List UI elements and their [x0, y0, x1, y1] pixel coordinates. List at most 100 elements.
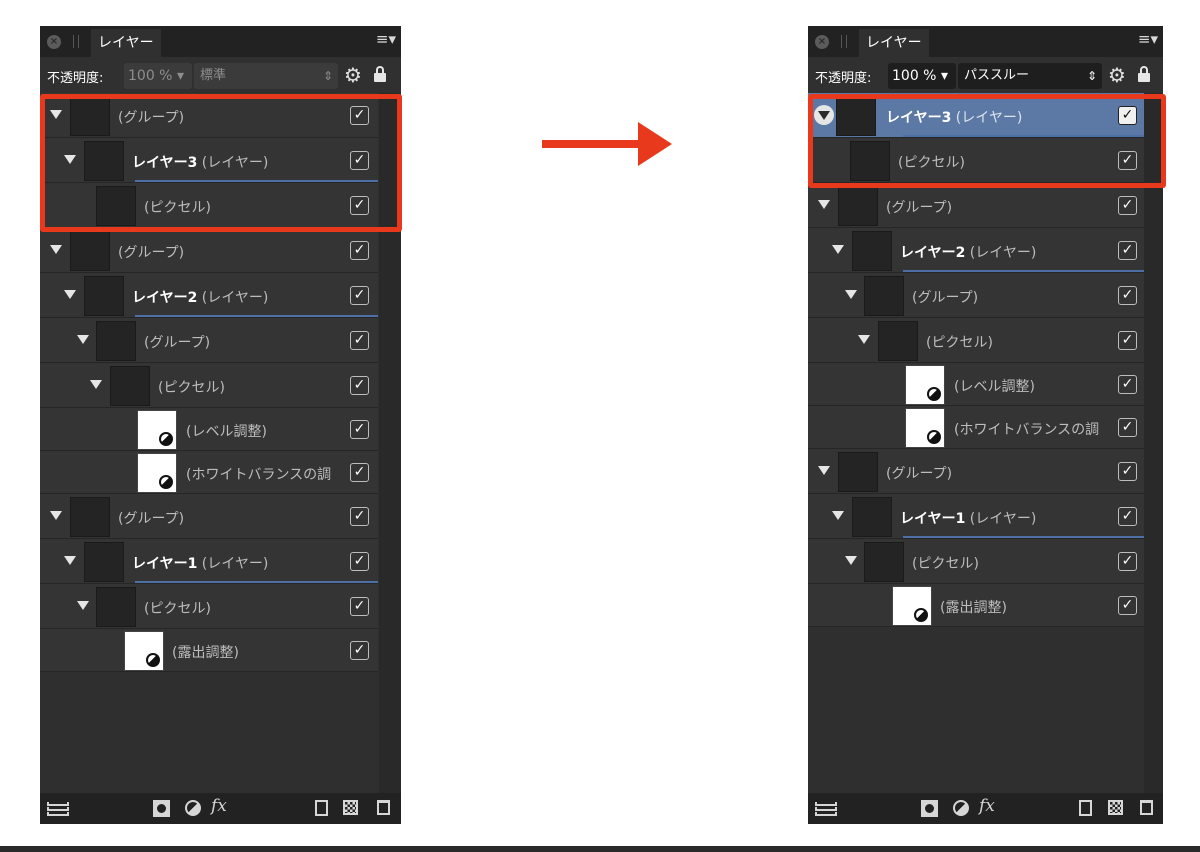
visibility-checkbox[interactable]: ✓ — [350, 286, 369, 305]
new-document-icon[interactable] — [1079, 800, 1092, 816]
visibility-checkbox[interactable]: ✓ — [1118, 418, 1137, 437]
visibility-checkbox[interactable]: ✓ — [350, 420, 369, 439]
gear-icon[interactable]: ⚙ — [344, 62, 362, 88]
layer-row[interactable]: (グループ) ✓ — [40, 228, 378, 273]
layer-row[interactable]: (グループ) ✓ — [808, 183, 1144, 228]
close-icon[interactable]: × — [47, 35, 61, 49]
expand-triangle-icon[interactable] — [64, 556, 76, 565]
close-icon[interactable]: × — [815, 35, 829, 49]
fx-icon[interactable]: fx — [979, 798, 995, 815]
grip-icon[interactable] — [841, 35, 847, 48]
layer-row[interactable]: (グループ) ✓ — [40, 494, 378, 539]
expand-triangle-icon[interactable] — [64, 155, 76, 164]
visibility-checkbox[interactable]: ✓ — [350, 241, 369, 260]
layer-row[interactable]: (露出調整) ✓ — [40, 629, 378, 672]
layer-row[interactable]: (レベル調整) ✓ — [808, 363, 1144, 406]
expand-triangle-icon[interactable] — [50, 110, 62, 119]
visibility-checkbox[interactable]: ✓ — [350, 151, 369, 170]
layer-row[interactable]: (ホワイトバランスの調 ✓ — [808, 406, 1144, 449]
expand-triangle-icon[interactable] — [64, 290, 76, 299]
opacity-dropdown[interactable]: 100 % ▾ — [124, 63, 192, 89]
grip-icon[interactable] — [73, 35, 79, 48]
adjustment-icon[interactable] — [953, 800, 969, 816]
layer-row[interactable]: レイヤー3 (レイヤー) ✓ — [40, 138, 378, 183]
visibility-checkbox[interactable]: ✓ — [350, 463, 369, 482]
scrollbar[interactable] — [379, 93, 401, 793]
layer-row[interactable]: (露出調整) ✓ — [808, 584, 1144, 627]
visibility-checkbox[interactable]: ✓ — [1118, 596, 1137, 615]
fx-icon[interactable]: fx — [211, 798, 227, 815]
layer-row[interactable]: (ピクセル) ✓ — [808, 138, 1144, 183]
visibility-checkbox[interactable]: ✓ — [1118, 375, 1137, 394]
visibility-checkbox[interactable]: ✓ — [1118, 151, 1137, 170]
expand-triangle-icon[interactable] — [832, 245, 844, 254]
visibility-checkbox[interactable]: ✓ — [1118, 462, 1137, 481]
layer-row[interactable]: (グループ) ✓ — [808, 449, 1144, 494]
visibility-checkbox[interactable]: ✓ — [1118, 507, 1137, 526]
mask-icon[interactable] — [153, 800, 170, 817]
checkerboard-icon[interactable] — [343, 800, 358, 815]
scrollbar[interactable] — [1144, 93, 1163, 793]
trash-icon[interactable] — [1140, 800, 1153, 815]
blend-mode-select[interactable]: 標準 ⇕ — [194, 63, 338, 89]
layer-row[interactable]: (ピクセル) ✓ — [808, 539, 1144, 584]
lock-icon[interactable] — [1138, 66, 1150, 82]
expand-triangle-icon[interactable] — [77, 335, 89, 344]
menu-icon[interactable]: ≡▾ — [376, 32, 396, 47]
layer-row[interactable]: (ホワイトバランスの調 ✓ — [40, 451, 378, 494]
layer-row[interactable]: レイヤー3 (レイヤー) ✓ — [808, 93, 1144, 138]
layer-row[interactable]: レイヤー1 (レイヤー) ✓ — [808, 494, 1144, 539]
layer-row[interactable]: (ピクセル) ✓ — [40, 584, 378, 629]
visibility-checkbox[interactable]: ✓ — [350, 597, 369, 616]
layer-row[interactable]: (ピクセル) ✓ — [40, 183, 378, 228]
visibility-checkbox[interactable]: ✓ — [1118, 552, 1137, 571]
visibility-checkbox[interactable]: ✓ — [1118, 196, 1137, 215]
visibility-checkbox[interactable]: ✓ — [350, 552, 369, 571]
expand-triangle-icon[interactable] — [858, 335, 870, 344]
visibility-checkbox[interactable]: ✓ — [350, 376, 369, 395]
blend-mode-select[interactable]: パススルー ⇕ — [958, 63, 1102, 89]
expand-triangle-icon[interactable] — [818, 466, 830, 475]
layer-row[interactable]: (グループ) ✓ — [808, 273, 1144, 318]
adjustment-icon[interactable] — [185, 800, 201, 816]
new-document-icon[interactable] — [315, 800, 328, 816]
layer-row[interactable]: (ピクセル) ✓ — [40, 363, 378, 408]
expand-triangle-icon[interactable] — [832, 511, 844, 520]
expand-triangle-icon[interactable] — [50, 511, 62, 520]
layers-icon[interactable] — [47, 800, 69, 817]
visibility-checkbox[interactable]: ✓ — [1118, 241, 1137, 260]
visibility-checkbox[interactable]: ✓ — [350, 106, 369, 125]
layer-row[interactable]: レイヤー2 (レイヤー) ✓ — [808, 228, 1144, 273]
tab-layers[interactable]: レイヤー — [91, 29, 161, 57]
visibility-checkbox[interactable]: ✓ — [350, 331, 369, 350]
tab-layers[interactable]: レイヤー — [859, 29, 929, 57]
layer-row[interactable]: (ピクセル) ✓ — [808, 318, 1144, 363]
visibility-checkbox[interactable]: ✓ — [350, 507, 369, 526]
expand-triangle-icon[interactable] — [90, 380, 102, 389]
visibility-checkbox[interactable]: ✓ — [1118, 286, 1137, 305]
checkerboard-icon[interactable] — [1108, 800, 1123, 815]
layer-row[interactable]: (グループ) ✓ — [40, 93, 378, 138]
trash-icon[interactable] — [377, 800, 390, 815]
opacity-dropdown[interactable]: 100 % ▾ — [888, 63, 956, 89]
layer-row[interactable]: レイヤー1 (レイヤー) ✓ — [40, 539, 378, 584]
expand-triangle-icon[interactable] — [818, 200, 830, 209]
lock-icon[interactable] — [374, 66, 386, 82]
expand-triangle-icon[interactable] — [77, 601, 89, 610]
menu-icon[interactable]: ≡▾ — [1138, 32, 1158, 47]
visibility-checkbox[interactable]: ✓ — [350, 196, 369, 215]
layer-row[interactable]: レイヤー2 (レイヤー) ✓ — [40, 273, 378, 318]
expand-triangle-icon[interactable] — [845, 290, 857, 299]
expand-toggle-icon[interactable] — [814, 105, 834, 125]
layer-row[interactable]: (レベル調整) ✓ — [40, 408, 378, 451]
layers-icon[interactable] — [815, 800, 837, 817]
mask-icon[interactable] — [921, 800, 938, 817]
visibility-checkbox[interactable]: ✓ — [1118, 106, 1137, 125]
gear-icon[interactable]: ⚙ — [1108, 62, 1126, 88]
layer-row[interactable]: (グループ) ✓ — [40, 318, 378, 363]
visibility-checkbox[interactable]: ✓ — [1118, 331, 1137, 350]
expand-triangle-icon[interactable] — [845, 556, 857, 565]
divider — [0, 846, 1200, 852]
expand-triangle-icon[interactable] — [50, 245, 62, 254]
visibility-checkbox[interactable]: ✓ — [350, 641, 369, 660]
